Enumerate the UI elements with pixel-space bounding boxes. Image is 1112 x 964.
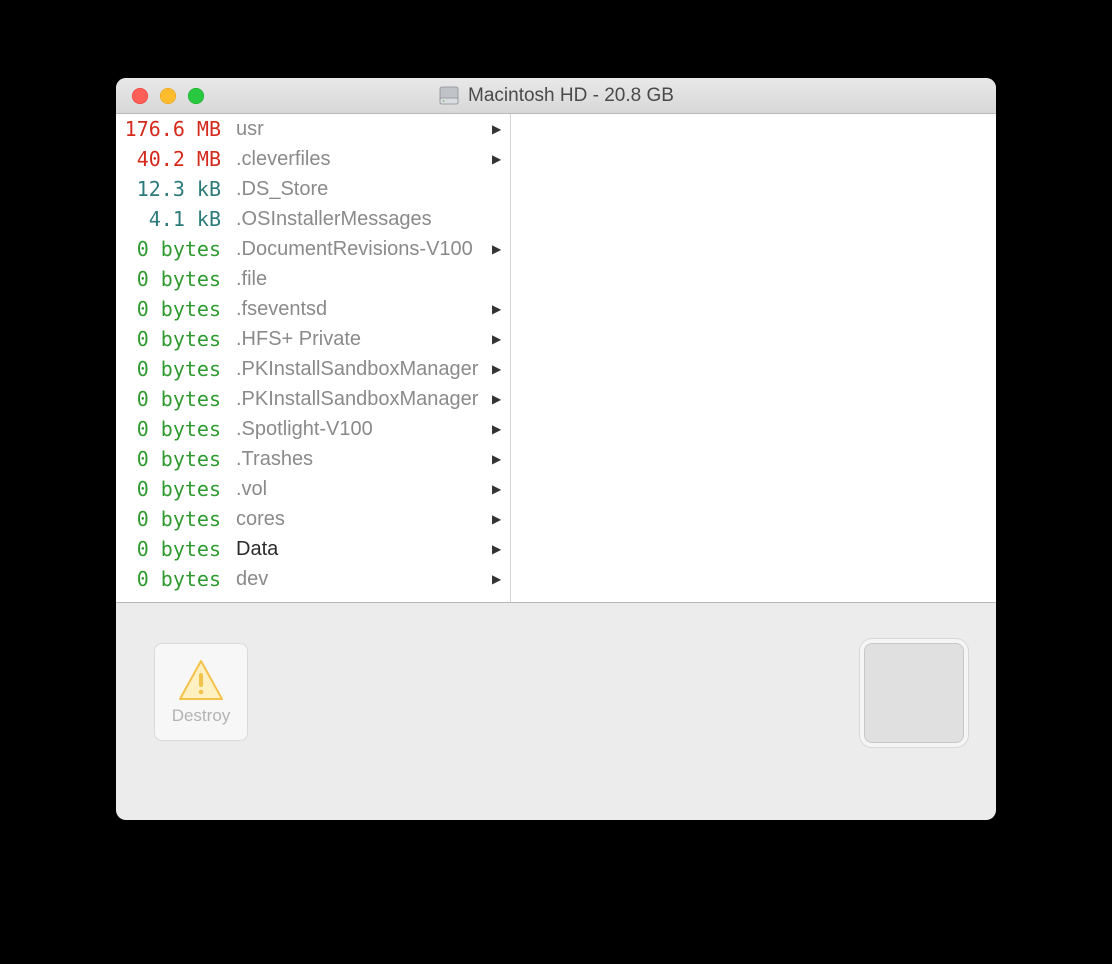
chevron-right-icon: ▶ [492, 242, 510, 256]
file-row[interactable]: 40.2 MB.cleverfiles▶ [116, 144, 510, 174]
file-row[interactable]: 0 bytes.PKInstallSandboxManager▶ [116, 354, 510, 384]
file-size: 0 bytes [116, 567, 226, 591]
file-row[interactable]: 12.3 kB.DS_Store [116, 174, 510, 204]
file-name: cores [226, 508, 492, 531]
file-size: 0 bytes [116, 327, 226, 351]
file-name: .file [226, 268, 492, 291]
file-name: .DS_Store [226, 178, 492, 201]
file-row[interactable]: 4.1 kB.OSInstallerMessages [116, 204, 510, 234]
file-row[interactable]: 0 bytesData▶ [116, 534, 510, 564]
minimize-button[interactable] [160, 88, 176, 104]
close-button[interactable] [132, 88, 148, 104]
file-name: usr [226, 118, 492, 141]
file-name: .OSInstallerMessages [226, 208, 492, 231]
chevron-right-icon: ▶ [492, 512, 510, 526]
chevron-right-icon: ▶ [492, 422, 510, 436]
window-title: Macintosh HD - 20.8 GB [468, 85, 674, 107]
chevron-right-icon: ▶ [492, 482, 510, 496]
warning-icon [177, 658, 225, 702]
file-size: 0 bytes [116, 387, 226, 411]
file-size: 12.3 kB [116, 177, 226, 201]
file-size: 40.2 MB [116, 147, 226, 171]
file-row[interactable]: 0 bytes.file [116, 264, 510, 294]
file-size: 0 bytes [116, 267, 226, 291]
chevron-right-icon: ▶ [492, 542, 510, 556]
file-name: .vol [226, 478, 492, 501]
file-name: .Trashes [226, 448, 492, 471]
file-row[interactable]: 0 bytes.HFS+ Private▶ [116, 324, 510, 354]
file-row[interactable]: 0 bytescores▶ [116, 504, 510, 534]
content-area: 176.6 MBusr▶40.2 MB.cleverfiles▶12.3 kB.… [116, 114, 996, 603]
file-name: Data [226, 538, 492, 561]
file-row[interactable]: 0 bytes.PKInstallSandboxManager▶ [116, 384, 510, 414]
traffic-lights [116, 88, 204, 104]
destroy-button[interactable]: Destroy [154, 643, 248, 741]
preview-box[interactable] [864, 643, 964, 743]
bottom-toolbar: Destroy [116, 603, 996, 820]
file-size: 0 bytes [116, 237, 226, 261]
app-window: Macintosh HD - 20.8 GB 176.6 MBusr▶40.2 … [116, 78, 996, 820]
file-name: .PKInstallSandboxManager [226, 388, 492, 411]
file-size: 0 bytes [116, 507, 226, 531]
file-row[interactable]: 0 bytes.Trashes▶ [116, 444, 510, 474]
chevron-right-icon: ▶ [492, 452, 510, 466]
zoom-button[interactable] [188, 88, 204, 104]
chevron-right-icon: ▶ [492, 392, 510, 406]
file-size: 0 bytes [116, 537, 226, 561]
file-row[interactable]: 0 bytes.Spotlight-V100▶ [116, 414, 510, 444]
file-size: 0 bytes [116, 417, 226, 441]
file-size: 0 bytes [116, 297, 226, 321]
file-name: .PKInstallSandboxManager [226, 358, 492, 381]
file-name: .Spotlight-V100 [226, 418, 492, 441]
disk-icon [438, 85, 460, 107]
chevron-right-icon: ▶ [492, 362, 510, 376]
file-row[interactable]: 0 bytes.DocumentRevisions-V100▶ [116, 234, 510, 264]
file-size: 0 bytes [116, 477, 226, 501]
chevron-right-icon: ▶ [492, 122, 510, 136]
file-name: .DocumentRevisions-V100 [226, 238, 492, 261]
file-row[interactable]: 0 bytesdev▶ [116, 564, 510, 594]
chevron-right-icon: ▶ [492, 302, 510, 316]
file-size: 4.1 kB [116, 207, 226, 231]
file-name: .cleverfiles [226, 148, 492, 171]
file-row[interactable]: 0 bytes.fseventsd▶ [116, 294, 510, 324]
window-title-container: Macintosh HD - 20.8 GB [116, 85, 996, 107]
destroy-button-label: Destroy [172, 706, 231, 726]
empty-column [511, 114, 996, 602]
file-size: 176.6 MB [116, 117, 226, 141]
file-size: 0 bytes [116, 447, 226, 471]
file-row[interactable]: 176.6 MBusr▶ [116, 114, 510, 144]
chevron-right-icon: ▶ [492, 572, 510, 586]
file-column[interactable]: 176.6 MBusr▶40.2 MB.cleverfiles▶12.3 kB.… [116, 114, 511, 602]
chevron-right-icon: ▶ [492, 152, 510, 166]
file-name: .HFS+ Private [226, 328, 492, 351]
file-size: 0 bytes [116, 357, 226, 381]
file-row[interactable]: 0 bytes.vol▶ [116, 474, 510, 504]
chevron-right-icon: ▶ [492, 332, 510, 346]
titlebar[interactable]: Macintosh HD - 20.8 GB [116, 78, 996, 114]
file-name: dev [226, 568, 492, 591]
file-name: .fseventsd [226, 298, 492, 321]
